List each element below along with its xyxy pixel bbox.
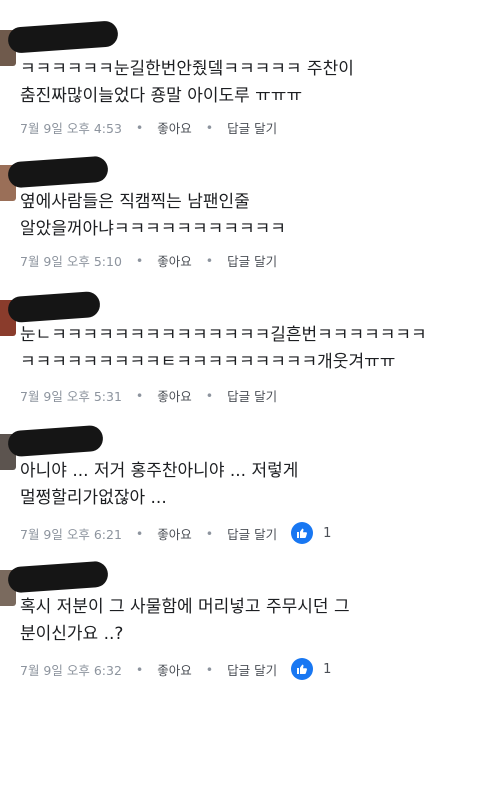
comment-line: 아니야 ... 저거 홍주찬아니야 ... 저렇게 [20,461,299,481]
thumbs-up-icon [291,658,314,680]
comment-meta: 7월 9일 오후 5:10 • 좋아요 • 답글 달기 [20,251,277,270]
separator-dot: • [205,253,214,268]
like-button[interactable]: 좋아요 [157,251,192,270]
separator-dot: • [135,253,144,268]
comment-line: 혹시 저분이 그 사물함에 머리넣고 주무시던 그 [20,597,350,617]
separator-dot: • [135,525,144,541]
reply-button[interactable]: 답글 달기 [227,118,277,137]
comment-meta: 7월 9일 오후 4:53 • 좋아요 • 답글 달기 [20,118,277,137]
separator-dot: • [135,120,144,135]
thumbs-up-icon [291,522,314,544]
separator-dot: • [205,661,214,677]
comment-meta: 7월 9일 오후 6:32 • 좋아요 • 답글 달기 1 [20,658,331,680]
comment-timestamp[interactable]: 7월 9일 오후 6:21 [20,524,122,543]
redacted-username [7,20,119,54]
comment-timestamp[interactable]: 7월 9일 오후 5:10 [20,251,122,270]
like-button[interactable]: 좋아요 [157,660,192,679]
separator-dot: • [135,661,144,677]
reaction-count: 1 [323,661,332,677]
comment-timestamp[interactable]: 7월 9일 오후 5:31 [20,386,122,405]
comment-line: 멀쩡할리가없잖아 ... [20,488,167,508]
redacted-username [7,424,104,458]
comment-meta: 7월 9일 오후 5:31 • 좋아요 • 답글 달기 [20,386,277,405]
like-button[interactable]: 좋아요 [157,386,192,405]
redacted-username [7,560,109,594]
redacted-username [7,290,101,324]
comment-line: ㅋㅋㅋㅋㅋㅋ눈길한번안줬뎈ㅋㅋㅋㅋㅋ 주찬이 [20,59,354,79]
separator-dot: • [205,120,214,135]
separator-dot: • [205,525,214,541]
reaction-summary[interactable]: 1 [291,658,331,680]
reply-button[interactable]: 답글 달기 [227,251,277,270]
comment-meta: 7월 9일 오후 6:21 • 좋아요 • 답글 달기 1 [20,522,331,544]
separator-dot: • [205,388,214,403]
reply-button[interactable]: 답글 달기 [227,660,277,679]
like-button[interactable]: 좋아요 [157,524,192,543]
comment-timestamp[interactable]: 7월 9일 오후 4:53 [20,118,122,137]
reaction-summary[interactable]: 1 [291,522,331,544]
like-button[interactable]: 좋아요 [157,118,192,137]
comment-line: 춤진짜많이늘었다 죵말 아이도루 ㅠㅠㅠ [20,86,303,106]
comment-line: 분이신가요 ..? [20,624,124,644]
reply-button[interactable]: 답글 달기 [227,386,277,405]
comment-line: 알았을꺼아냐ㅋㅋㅋㅋㅋㅋㅋㅋㅋㅋㅋ [20,219,286,239]
separator-dot: • [135,388,144,403]
comment-timestamp[interactable]: 7월 9일 오후 6:32 [20,660,122,679]
redacted-username [7,155,109,189]
comment-line: ㅋㅋㅋㅋㅋㅋㅋㅋㅋㅌㅋㅋㅋㅋㅋㅋㅋㅋㅋ개웃겨ㅠㅠ [20,352,396,372]
reaction-count: 1 [323,525,332,541]
reply-button[interactable]: 답글 달기 [227,524,277,543]
comment-line: 옆에사람들은 직캠찍는 남팬인줄 [20,192,250,212]
comment-line: 눈ㄴㅋㅋㅋㅋㅋㅋㅋㅋㅋㅋㅋㅋㅋㅋ길흔번ㅋㅋㅋㅋㅋㅋㅋ [20,325,427,345]
